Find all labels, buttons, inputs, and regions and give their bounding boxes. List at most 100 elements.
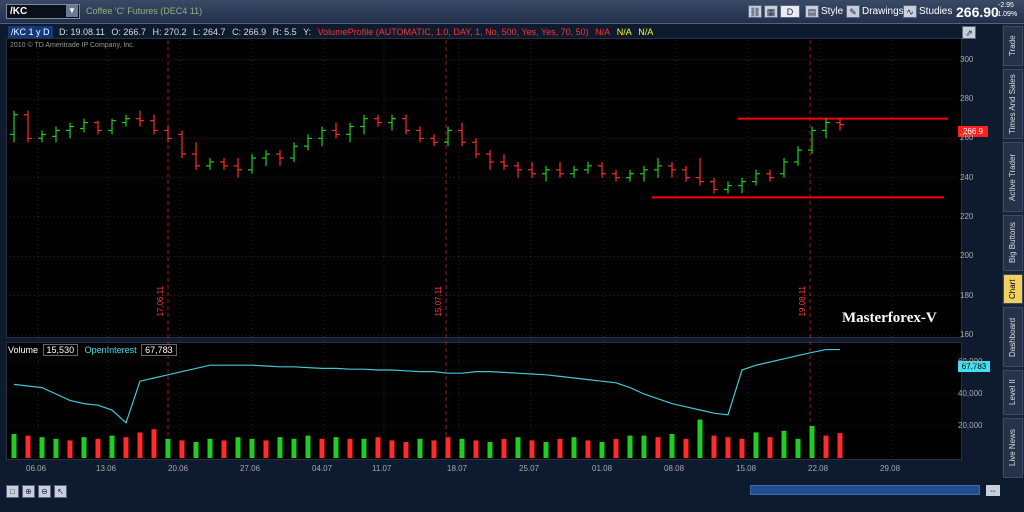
volume-legend: Volume 15,530 OpenInterest 67,783 [8, 344, 181, 356]
volume-bar [123, 437, 129, 458]
volume-bar [501, 438, 507, 458]
ohlc-bar [332, 122, 340, 139]
volume-value: 15,530 [42, 344, 79, 356]
volume-bar [515, 437, 521, 458]
copyright-text: 2010 © TD Ameritrade IP Company, Inc. [10, 42, 135, 49]
price-tick-label: 180 [960, 290, 974, 300]
ohlc-bar [570, 165, 578, 178]
volume-bar [109, 435, 115, 458]
volume-bar [39, 437, 45, 458]
date-marker-label: 15.07.11 [434, 286, 443, 317]
ohlc-bar [444, 126, 452, 147]
watermark-text: Masterforex-V [842, 310, 937, 326]
volume-bar [781, 430, 787, 458]
ohlc-bar [136, 110, 144, 127]
ohlc-bar [248, 154, 256, 174]
volume-bar [67, 440, 73, 458]
cursor-icon[interactable]: ↖ [54, 485, 67, 498]
ohlc-bar [346, 122, 354, 143]
side-tab-dashboard[interactable]: Dashboard [1003, 307, 1023, 367]
time-tick-label: 25.07 [519, 464, 540, 473]
ohlc-bar [822, 118, 830, 139]
volume-tick-label: 20,000 [958, 421, 983, 430]
volume-bar [725, 437, 731, 458]
side-tab-trade[interactable]: Trade [1003, 26, 1023, 66]
side-tab-level-ii[interactable]: Level II [1003, 370, 1023, 415]
time-tick-label: 06.06 [26, 464, 47, 473]
ohlc-bar [696, 158, 704, 186]
price-tick-label: 240 [960, 172, 974, 182]
volume-bar [459, 438, 465, 458]
ohlc-bar [430, 134, 438, 147]
open-interest-label[interactable]: OpenInterest [85, 345, 137, 355]
ohlc-bar [38, 130, 46, 143]
ohlc-bar [808, 126, 816, 155]
ohlc-bar [640, 165, 648, 182]
volume-bar [613, 438, 619, 458]
volume-bar [333, 437, 339, 458]
time-tick-label: 11.07 [372, 464, 392, 473]
square-icon[interactable]: □ [6, 485, 19, 498]
volume-bar [165, 438, 171, 458]
volume-bar [599, 442, 605, 458]
volume-bar [11, 434, 17, 458]
ohlc-bar [80, 118, 88, 133]
price-tick-label: 300 [960, 54, 974, 64]
volume-bar [25, 435, 31, 458]
ohlc-bar [150, 114, 158, 135]
ohlc-bar [654, 158, 662, 178]
volume-bar [389, 440, 395, 458]
volume-bar [277, 437, 283, 458]
ohlc-bar [500, 154, 508, 170]
ohlc-bar [794, 146, 802, 166]
volume-bar [487, 442, 493, 458]
chart-scrollbar[interactable] [750, 485, 980, 495]
volume-bar [291, 438, 297, 458]
volume-bar [403, 442, 409, 458]
ohlc-bar [94, 120, 102, 135]
volume-bar [81, 437, 87, 458]
volume-bar [753, 432, 759, 458]
volume-bar [179, 440, 185, 458]
ohlc-bar [836, 118, 844, 131]
ohlc-bar [10, 110, 18, 143]
ohlc-bar [710, 177, 718, 194]
zoom-in-icon[interactable]: ⊕ [22, 485, 35, 498]
side-tab-active-trader[interactable]: Active Trader [1003, 142, 1023, 212]
volume-bar [445, 437, 451, 458]
ohlc-bar [304, 134, 312, 151]
ohlc-bar [66, 122, 74, 139]
volume-bar [431, 440, 437, 458]
side-tab-times-and-sales[interactable]: Times And Sales [1003, 69, 1023, 139]
volume-bar [249, 438, 255, 458]
time-tick-label: 20.06 [168, 464, 189, 473]
volume-bar [627, 435, 633, 458]
time-tick-label: 29.08 [880, 464, 901, 473]
side-tab-live-news[interactable]: Live News [1003, 418, 1023, 478]
ohlc-bar [486, 150, 494, 170]
side-tab-big-buttons[interactable]: Big Buttons [1003, 215, 1023, 271]
side-tab-chart[interactable]: Chart [1003, 274, 1023, 304]
volume-bar [305, 435, 311, 458]
ohlc-bar [458, 122, 466, 147]
zoom-out-icon[interactable]: ⊖ [38, 485, 51, 498]
volume-bar [809, 426, 815, 458]
volume-bar [319, 438, 325, 458]
ohlc-bar [108, 118, 116, 135]
ohlc-bar [402, 114, 410, 135]
volume-bar [697, 419, 703, 458]
volume-bar [529, 440, 535, 458]
ohlc-bar [780, 158, 788, 178]
time-tick-label: 27.06 [240, 464, 261, 473]
volume-bar [137, 432, 143, 458]
volume-tick-label: 60,000 [958, 357, 983, 366]
ohlc-bar [514, 161, 522, 178]
volume-bar [375, 437, 381, 458]
ohlc-bar [724, 181, 732, 194]
time-tick-label: 01.08 [592, 464, 613, 473]
scroll-right-icon[interactable]: ⇔ [986, 485, 1000, 496]
ohlc-bar [598, 161, 606, 178]
ohlc-bar [612, 169, 620, 182]
volume-bar [837, 433, 843, 458]
time-tick-label: 08.08 [664, 464, 685, 473]
